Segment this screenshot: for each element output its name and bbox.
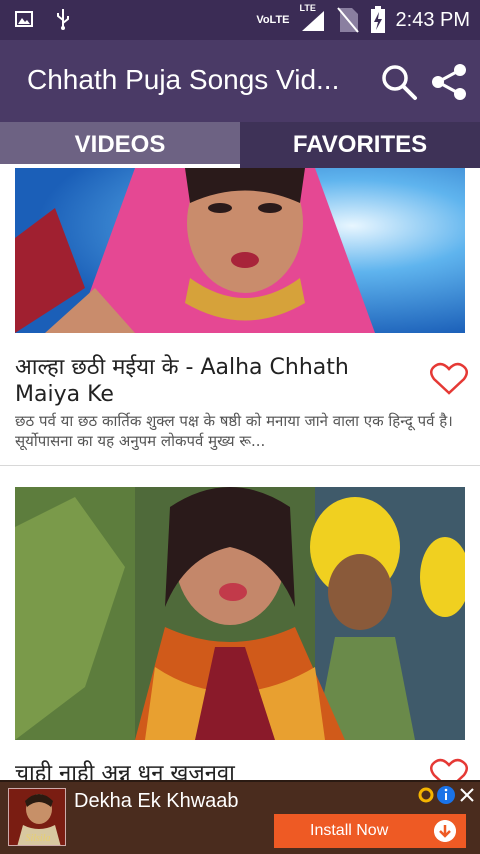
status-bar: VoLTE LTE 2:43 PM — [0, 0, 480, 40]
usb-icon — [57, 9, 69, 30]
battery-charging-icon — [370, 6, 385, 33]
favorite-heart-icon[interactable] — [430, 362, 468, 396]
video-thumbnail[interactable] — [15, 487, 465, 740]
app-title: Chhath Puja Songs Vid... — [27, 64, 340, 95]
tab-videos[interactable]: VIDEOS — [0, 122, 240, 168]
google-g-icon — [418, 787, 434, 803]
download-arrow-icon — [434, 820, 456, 842]
ad-title[interactable]: Dekha Ek Khwaab — [74, 790, 239, 813]
ad-info-icon[interactable] — [436, 785, 456, 805]
tab-bar: VIDEOS FAVORITES — [0, 122, 480, 168]
share-icon[interactable] — [430, 63, 468, 101]
video-description: छठ पर्व या छठ कार्तिक शुक्ल पक्ष के षष्ठ… — [15, 412, 453, 450]
signal-icon: LTE — [300, 3, 326, 33]
ad-image-text: Silsila — [25, 833, 50, 844]
install-now-button[interactable]: Install Now — [274, 814, 466, 848]
ad-close-icon[interactable] — [458, 785, 476, 805]
video-thumbnail[interactable] — [15, 168, 465, 333]
no-sim-icon — [336, 7, 359, 33]
gallery-icon — [15, 11, 33, 27]
search-icon[interactable] — [380, 63, 418, 101]
video-list[interactable]: आल्हा छठी मईया के - Aalha Chhath Maiya K… — [0, 168, 480, 780]
ad-image[interactable]: Silsila — [8, 788, 66, 846]
ad-banner[interactable]: Silsila Dekha Ek Khwaab Install Now — [0, 780, 480, 854]
volte-label: VoLTE — [256, 14, 290, 26]
install-label: Install Now — [310, 822, 389, 839]
status-time: 2:43 PM — [395, 8, 470, 31]
list-divider — [0, 465, 480, 466]
video-title[interactable]: आल्हा छठी मईया के - Aalha Chhath Maiya K… — [15, 354, 410, 408]
ad-choices[interactable] — [418, 784, 476, 806]
tab-favorites[interactable]: FAVORITES — [240, 122, 480, 168]
favorite-heart-icon[interactable] — [430, 758, 468, 780]
video-title[interactable]: चाही नाही अन्न धन खजनवा — [15, 760, 410, 780]
app-bar: Chhath Puja Songs Vid... — [0, 40, 480, 122]
